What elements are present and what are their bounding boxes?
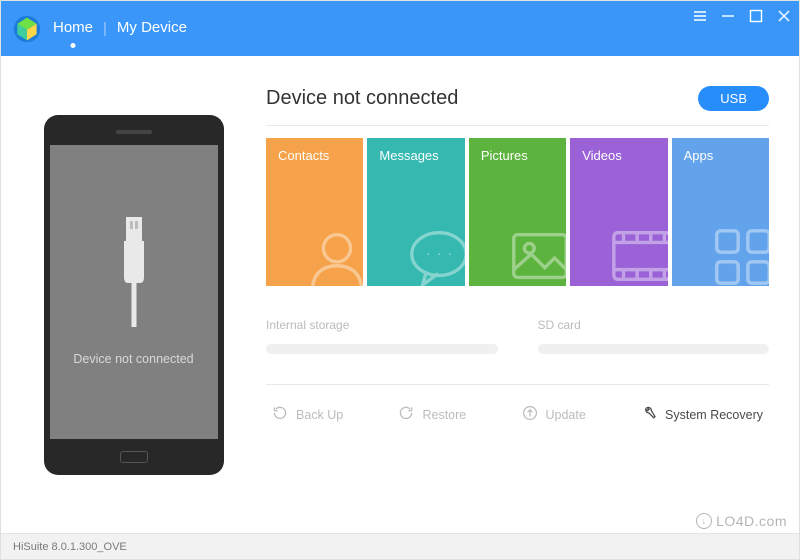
tile-contacts-label: Contacts (278, 148, 329, 163)
phone-mockup: Device not connected (44, 115, 224, 475)
tile-apps-label: Apps (684, 148, 714, 163)
wrench-icon (641, 405, 657, 424)
tile-pictures[interactable]: Pictures (469, 138, 566, 286)
update-button[interactable]: Update (522, 405, 586, 424)
usb-cable-icon (112, 217, 156, 332)
storage-internal-bar (266, 344, 498, 354)
restore-label: Restore (422, 408, 466, 422)
left-pane: Device not connected (1, 56, 266, 533)
heading-row: Device not connected USB (266, 86, 769, 111)
nav-my-device-label: My Device (117, 19, 187, 36)
phone-status-text: Device not connected (73, 352, 193, 366)
pictures-icon (506, 223, 566, 286)
app-logo-icon (13, 15, 41, 43)
status-bar: HiSuite 8.0.1.300_OVE (1, 533, 799, 559)
storage-sd-label: SD card (538, 318, 770, 332)
system-recovery-label: System Recovery (665, 408, 763, 422)
nav-home[interactable]: Home (53, 19, 93, 38)
backup-icon (272, 405, 288, 424)
tile-messages-label: Messages (379, 148, 438, 163)
close-button[interactable] (777, 9, 791, 23)
category-tiles: Contacts Messages Pictures (266, 138, 769, 286)
phone-speaker (116, 130, 152, 134)
titlebar: Home | My Device (1, 1, 799, 56)
watermark-text: LO4D.com (716, 513, 787, 529)
update-label: Update (546, 408, 586, 422)
nav-my-device[interactable]: My Device (117, 19, 187, 38)
apps-icon (709, 223, 769, 286)
tile-contacts[interactable]: Contacts (266, 138, 363, 286)
phone-home-button (120, 451, 148, 463)
nav-separator: | (103, 20, 107, 37)
phone-screen: Device not connected (50, 145, 218, 439)
status-version: HiSuite 8.0.1.300_OVE (13, 541, 127, 553)
system-recovery-button[interactable]: System Recovery (641, 405, 763, 424)
restore-button[interactable]: Restore (398, 405, 466, 424)
divider (266, 125, 769, 126)
tile-pictures-label: Pictures (481, 148, 528, 163)
tile-apps[interactable]: Apps (672, 138, 769, 286)
right-pane: Device not connected USB Contacts Messag… (266, 56, 799, 533)
app-window: Home | My Device (0, 0, 800, 560)
nav-active-indicator (71, 43, 76, 48)
window-controls (693, 9, 791, 23)
usb-button-label: USB (720, 91, 747, 106)
tile-videos[interactable]: Videos (570, 138, 667, 286)
nav: Home | My Device (53, 19, 187, 38)
storage-row: Internal storage SD card (266, 318, 769, 354)
tile-messages[interactable]: Messages (367, 138, 464, 286)
watermark: ↓ LO4D.com (696, 513, 787, 529)
maximize-button[interactable] (749, 9, 763, 23)
storage-internal: Internal storage (266, 318, 498, 354)
nav-home-label: Home (53, 19, 93, 36)
contacts-icon (303, 223, 363, 286)
minimize-button[interactable] (721, 9, 735, 23)
storage-sd-bar (538, 344, 770, 354)
videos-icon (608, 223, 668, 286)
messages-icon (405, 223, 465, 286)
tile-videos-label: Videos (582, 148, 622, 163)
storage-sd: SD card (538, 318, 770, 354)
update-icon (522, 405, 538, 424)
backup-label: Back Up (296, 408, 343, 422)
page-title: Device not connected (266, 87, 458, 110)
usb-button[interactable]: USB (698, 86, 769, 111)
main-body: Device not connected Device not connecte… (1, 56, 799, 533)
bottom-actions: Back Up Restore Update (266, 385, 769, 424)
menu-button[interactable] (693, 9, 707, 23)
storage-internal-label: Internal storage (266, 318, 498, 332)
backup-button[interactable]: Back Up (272, 405, 343, 424)
restore-icon (398, 405, 414, 424)
watermark-icon: ↓ (696, 513, 712, 529)
